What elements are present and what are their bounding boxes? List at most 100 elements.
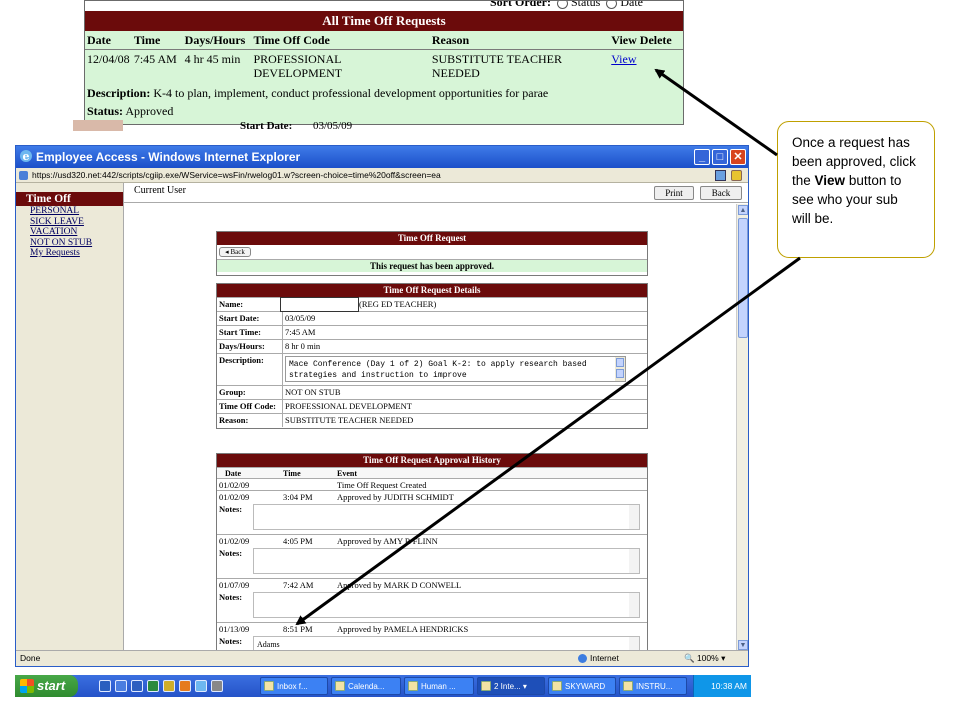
group-value: NOT ON STUB: [285, 387, 341, 397]
notes-scrollbar[interactable]: [629, 637, 639, 651]
status-text: Approved: [125, 104, 174, 118]
print-button[interactable]: Print: [654, 186, 694, 200]
task-human[interactable]: Human ...: [404, 677, 474, 695]
col-date: Date: [87, 33, 111, 47]
start-date-label: Start Date:: [217, 312, 283, 325]
row-date: 12/04/08: [87, 52, 130, 66]
approval-history-box: Time Off Request Approval History Date T…: [216, 453, 648, 651]
task-calendar[interactable]: Calenda...: [331, 677, 401, 695]
close-icon[interactable]: ✕: [730, 149, 746, 165]
back-small-button[interactable]: ◂ Back: [219, 247, 251, 257]
notes-textarea[interactable]: [253, 548, 640, 574]
task-instructions[interactable]: INSTRU...: [619, 677, 687, 695]
approved-message: This request has been approved.: [217, 259, 647, 272]
zoom-level[interactable]: 🔍 100% ▾: [684, 651, 725, 666]
details-title: Time Off Request Details: [217, 284, 647, 297]
nav-not-on-stub[interactable]: NOT ON STUB: [16, 238, 123, 249]
back-button[interactable]: Back: [700, 186, 742, 200]
task-label: SKYWARD: [565, 682, 606, 691]
quicklaunch-excel-icon[interactable]: [147, 680, 159, 692]
status-bar: Done Internet 🔍 100% ▾: [16, 650, 748, 666]
detail-row-start-time: Start Time: 7:45 AM: [217, 325, 647, 339]
behind-start-date-value: 03/05/09: [312, 120, 353, 132]
nav-my-requests[interactable]: My Requests: [16, 248, 123, 259]
nav-vacation[interactable]: VACATION: [16, 227, 123, 238]
task-label: Calenda...: [348, 682, 385, 691]
scroll-up-icon[interactable]: ▲: [738, 205, 748, 215]
sort-order-label: Sort Order:: [490, 0, 551, 9]
description-textarea[interactable]: Mace Conference (Day 1 of 2) Goal K-2: t…: [285, 356, 626, 382]
nav-personal[interactable]: PERSONAL: [16, 206, 123, 217]
time-off-code-label: Time Off Code:: [217, 400, 283, 413]
address-bar[interactable]: https://usd320.net:442/scripts/cgiip.exe…: [16, 168, 748, 183]
history-date: 01/07/09: [219, 580, 250, 590]
history-date: 01/02/09: [219, 480, 250, 490]
days-hours-label: Days/Hours:: [217, 340, 283, 353]
detail-row-description: Description: Mace Conference (Day 1 of 2…: [217, 353, 647, 385]
window-title: Employee Access - Windows Internet Explo…: [36, 150, 301, 164]
browser-window: e Employee Access - Windows Internet Exp…: [15, 145, 749, 667]
maximize-icon[interactable]: □: [712, 149, 728, 165]
scroll-down-icon[interactable]: ▼: [738, 640, 748, 650]
history-event: Approved by JUDITH SCHMIDT: [337, 492, 454, 502]
back-small-label: Back: [230, 248, 245, 256]
notes-textarea[interactable]: Adams: [253, 636, 640, 651]
scroll-up-icon[interactable]: [616, 358, 624, 367]
notes-scrollbar[interactable]: [629, 593, 639, 617]
sort-status-radio[interactable]: [556, 1, 568, 9]
history-date: 01/13/09: [219, 624, 250, 634]
scroll-thumb[interactable]: [738, 218, 748, 338]
notes-scrollbar[interactable]: [629, 505, 639, 529]
notes-scrollbar[interactable]: [629, 549, 639, 573]
main-area: Current User Print Back Time Off Request…: [124, 183, 748, 652]
history-event: Approved by PAMELA HENDRICKS: [337, 624, 469, 634]
col-time: Time: [133, 33, 161, 47]
quicklaunch-outlook-icon[interactable]: [99, 680, 111, 692]
browser-content: Time Off PERSONAL SICK LEAVE VACATION NO…: [16, 183, 748, 652]
table-row: 01/07/09 7:42 AM Approved by MARK D CONW…: [217, 578, 647, 590]
scroll-down-icon[interactable]: [616, 369, 624, 378]
window-titlebar[interactable]: e Employee Access - Windows Internet Exp…: [16, 146, 748, 168]
zoom-text: 100%: [696, 653, 719, 663]
history-event: Approved by MARK D CONWELL: [337, 580, 462, 590]
lock-icon[interactable]: [731, 170, 742, 181]
notes-textarea[interactable]: [253, 592, 640, 618]
minimize-icon[interactable]: _: [694, 149, 710, 165]
detail-row-start-date: Start Date: 03/05/09: [217, 311, 647, 325]
table-row: 01/02/09 3:04 PM Approved by JUDITH SCHM…: [217, 490, 647, 502]
table-row: 01/02/09 4:05 PM Approved by AMY R FLINN: [217, 534, 647, 546]
status-zone-text: Internet: [590, 653, 619, 663]
col-days-hours: Days/Hours: [184, 33, 246, 47]
task-internet-explorer[interactable]: 2 Inte... ▾: [477, 677, 545, 695]
task-inbox[interactable]: Inbox f...: [260, 677, 328, 695]
detail-description-label: Description:: [217, 354, 283, 385]
quicklaunch-more-icon[interactable]: [211, 680, 223, 692]
col-reason: Reason: [431, 33, 470, 47]
quicklaunch-word-icon[interactable]: [131, 680, 143, 692]
start-button[interactable]: start: [15, 675, 78, 697]
row-days-hours: 4 hr 45 min: [184, 52, 241, 66]
quicklaunch-media-icon[interactable]: [163, 680, 175, 692]
quicklaunch-desktop-icon[interactable]: [115, 680, 127, 692]
days-hours-value: 8 hr 0 min: [285, 341, 321, 351]
behind-start-date: Start Date: 03/05/09: [240, 120, 352, 132]
notes-label: Notes:: [219, 592, 243, 602]
address-dropdown-icon[interactable]: [715, 170, 726, 181]
current-user-label: Current User: [134, 185, 186, 196]
page-scrollbar[interactable]: ▲ ▼: [736, 204, 748, 651]
task-skyward[interactable]: SKYWARD: [548, 677, 616, 695]
quicklaunch-ie-icon[interactable]: [195, 680, 207, 692]
nav-sick-leave[interactable]: SICK LEAVE: [16, 217, 123, 228]
notes-textarea[interactable]: [253, 504, 640, 530]
globe-icon: [578, 654, 587, 664]
description-scrollbar[interactable]: [615, 357, 625, 381]
address-url[interactable]: https://usd320.net:442/scripts/cgiip.exe…: [32, 170, 441, 180]
view-link[interactable]: View: [611, 52, 636, 66]
start-time-value: 7:45 AM: [285, 327, 316, 337]
request-scroll-area: Time Off Request ◂ Back This request has…: [124, 204, 736, 651]
name-redacted-box: [280, 296, 359, 312]
nav-header: Time Off: [16, 192, 123, 206]
row-time: 7:45 AM: [133, 52, 177, 66]
sort-date-radio[interactable]: [606, 1, 618, 9]
quicklaunch-app-icon[interactable]: [179, 680, 191, 692]
